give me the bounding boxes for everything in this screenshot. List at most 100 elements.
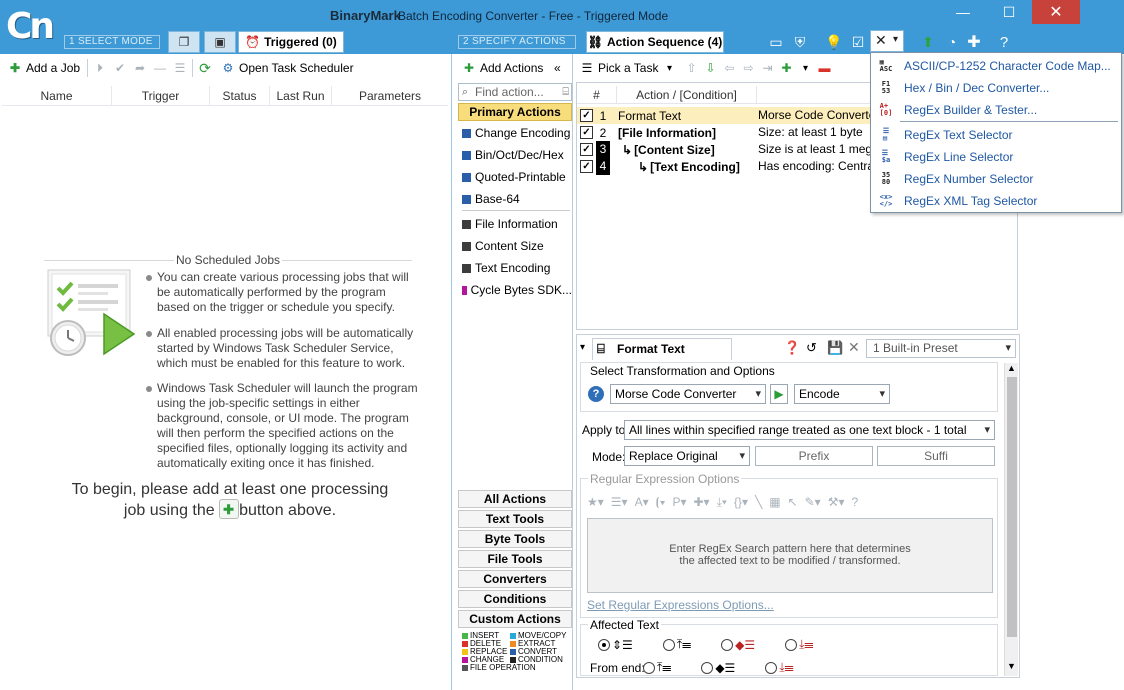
menu-item-regex-number[interactable]: 35 80 RegEx Number Selector (872, 168, 1120, 190)
category-file-tools[interactable]: File Tools (458, 550, 572, 568)
add-job-button[interactable]: ✚ Add a Job (4, 57, 83, 79)
scroll-up-icon[interactable]: ▲ (1007, 363, 1016, 373)
scrollbar-thumb[interactable] (1007, 377, 1017, 637)
category-converters[interactable]: Converters (458, 570, 572, 588)
row-checkbox[interactable]: ✓ (580, 109, 593, 122)
radio-button[interactable] (662, 638, 675, 651)
column-header[interactable]: Action / [Condition] (617, 86, 757, 103)
affected-option[interactable]: ⤓☰ (785, 637, 813, 652)
menu-item-regex-xml[interactable]: <x> </> RegEx XML Tag Selector (872, 190, 1120, 212)
menu-item-regex-builder[interactable]: A+ [0] RegEx Builder & Tester... (872, 99, 1120, 121)
bracket-icon[interactable]: ⦗▾ (656, 495, 666, 510)
minimize-button[interactable]: — (940, 0, 986, 24)
radio-button[interactable] (785, 638, 798, 651)
category-custom-actions[interactable]: Custom Actions (458, 610, 572, 628)
find-action-input[interactable]: ⌕ Find action... ⌸ (458, 83, 572, 101)
radio-button[interactable] (765, 661, 778, 674)
suffix-input[interactable]: Suffi (877, 446, 995, 466)
mode-select[interactable]: Replace Original (624, 446, 750, 466)
menu-item-regex-text[interactable]: ☰ ▤ RegEx Text Selector (872, 124, 1120, 146)
list-icon[interactable]: ☰ (172, 60, 188, 76)
add-actions-button[interactable]: ✚ Add Actions (458, 57, 546, 79)
menu-item-hex-converter[interactable]: F1 53 Hex / Bin / Dec Converter... (872, 77, 1120, 99)
menu-item-ascii-map[interactable]: ▦ ASC ASCII/CP-1252 Character Code Map... (872, 55, 1120, 77)
run-job-icon[interactable]: ⏵ (92, 60, 108, 76)
affected-option[interactable]: ◆☰ (721, 638, 755, 652)
transformation-select[interactable]: Morse Code Converter (610, 384, 766, 404)
action-item[interactable]: Cycle Bytes SDK... (462, 281, 572, 299)
move-up-icon[interactable]: ⇧ (683, 60, 699, 76)
radio-button[interactable] (643, 661, 655, 674)
format-text-options-tab[interactable]: ⌸ Format Text Options (592, 338, 732, 376)
column-header[interactable]: Trigger (112, 86, 210, 105)
radio-button[interactable] (701, 661, 714, 674)
action-item[interactable]: Content Size (462, 237, 572, 255)
group-icon[interactable]: {}▾ (734, 495, 748, 509)
tools-menu-button[interactable]: ✕ ▾ (870, 30, 904, 52)
category-all-actions[interactable]: All Actions (458, 490, 572, 508)
category-text-tools[interactable]: Text Tools (458, 510, 572, 528)
triggered-mode-tab[interactable]: ⏰ Triggered (0) (238, 31, 344, 53)
letter-p-icon[interactable]: P▾ (672, 495, 686, 509)
open-task-scheduler-button[interactable]: ⚙ Open Task Scheduler (217, 57, 357, 79)
pick-task-button[interactable]: ☰ Pick a Task ▾ (576, 57, 680, 79)
insert-icon[interactable]: ⤓▾ (717, 495, 727, 510)
move-down-icon[interactable]: ⇩ (702, 60, 718, 76)
pencil-icon[interactable]: ✎▾ (805, 495, 821, 509)
plus-icon[interactable]: ✚▾ (693, 495, 709, 509)
action-item[interactable]: Base-64 (462, 190, 572, 208)
pointer-icon[interactable]: ↖ (788, 495, 798, 509)
help-icon[interactable]: ? (588, 386, 604, 402)
upload-arrow-icon[interactable]: ⬆ (918, 32, 938, 52)
list-add-icon[interactable]: ☰▾ (611, 495, 628, 509)
signal-icon[interactable]: ◔ (942, 32, 962, 52)
ui-mode-tab[interactable]: ▣ (204, 31, 236, 53)
from-end-option[interactable]: ◆☰ (701, 661, 735, 675)
column-header[interactable]: # (577, 86, 617, 103)
column-header[interactable]: Status (210, 86, 270, 105)
close-button[interactable]: ✕ (1032, 0, 1080, 24)
add-action-icon[interactable]: ✚ (778, 60, 794, 76)
check-job-icon[interactable]: ✔ (112, 60, 128, 76)
arrow-right-icon[interactable]: ⇨ (740, 60, 756, 76)
checklist-icon[interactable]: ☑ (848, 32, 868, 52)
action-item[interactable]: File Information (462, 215, 572, 233)
scroll-down-icon[interactable]: ▼ (1007, 661, 1016, 671)
help-icon[interactable]: ? (994, 32, 1014, 52)
regex-pattern-input[interactable]: Enter RegEx Search pattern here that det… (587, 518, 993, 593)
from-end-option[interactable]: ⤓☰ (765, 660, 794, 675)
column-header[interactable]: Parameters (332, 86, 448, 105)
action-item[interactable]: Change Encoding (462, 124, 572, 142)
arrow-right-end-icon[interactable]: ⇥ (759, 60, 775, 76)
add-icon[interactable]: ✚ (964, 32, 984, 52)
radio-button[interactable] (598, 638, 610, 651)
category-byte-tools[interactable]: Byte Tools (458, 530, 572, 548)
options-scrollbar[interactable]: ▲ ▼ (1004, 363, 1018, 676)
save-icon[interactable]: 💾 (827, 340, 843, 356)
row-checkbox[interactable]: ✓ (580, 143, 593, 156)
action-sequence-tab[interactable]: ⛓ Action Sequence (4) (586, 31, 724, 53)
radio-button[interactable] (721, 638, 734, 651)
play-icon[interactable]: ▶ (770, 384, 788, 404)
tools-icon[interactable]: ⚒▾ (828, 495, 845, 509)
remove-icon[interactable]: — (152, 60, 168, 76)
shield-icon[interactable]: ⛨ (790, 32, 810, 52)
help-circle-icon[interactable]: ❓ (784, 340, 800, 356)
remove-action-icon[interactable]: ▬ (816, 60, 832, 76)
prefix-input[interactable]: Prefix (755, 446, 873, 466)
letter-a-icon[interactable]: A▾ (635, 495, 649, 509)
forward-icon[interactable]: ➦ (132, 60, 148, 76)
from-end-option[interactable]: ⤒☰ (643, 660, 671, 675)
collapse-options-icon[interactable]: ▾ (580, 342, 585, 353)
row-checkbox[interactable]: ✓ (580, 126, 593, 139)
affected-option[interactable]: ⤒☰ (662, 637, 691, 652)
action-item[interactable]: Bin/Oct/Dec/Hex (462, 146, 572, 164)
grid-icon[interactable]: ▦ (769, 495, 780, 509)
action-item[interactable]: Quoted-Printable (462, 168, 572, 186)
help-icon[interactable]: ? (851, 495, 858, 509)
primary-actions-header[interactable]: Primary Actions (458, 103, 572, 121)
action-item[interactable]: Text Encoding (462, 259, 572, 277)
column-header[interactable]: Name (2, 86, 112, 105)
arrow-left-icon[interactable]: ⇦ (721, 60, 737, 76)
preset-select[interactable]: 1 Built-in Preset (866, 339, 1016, 358)
